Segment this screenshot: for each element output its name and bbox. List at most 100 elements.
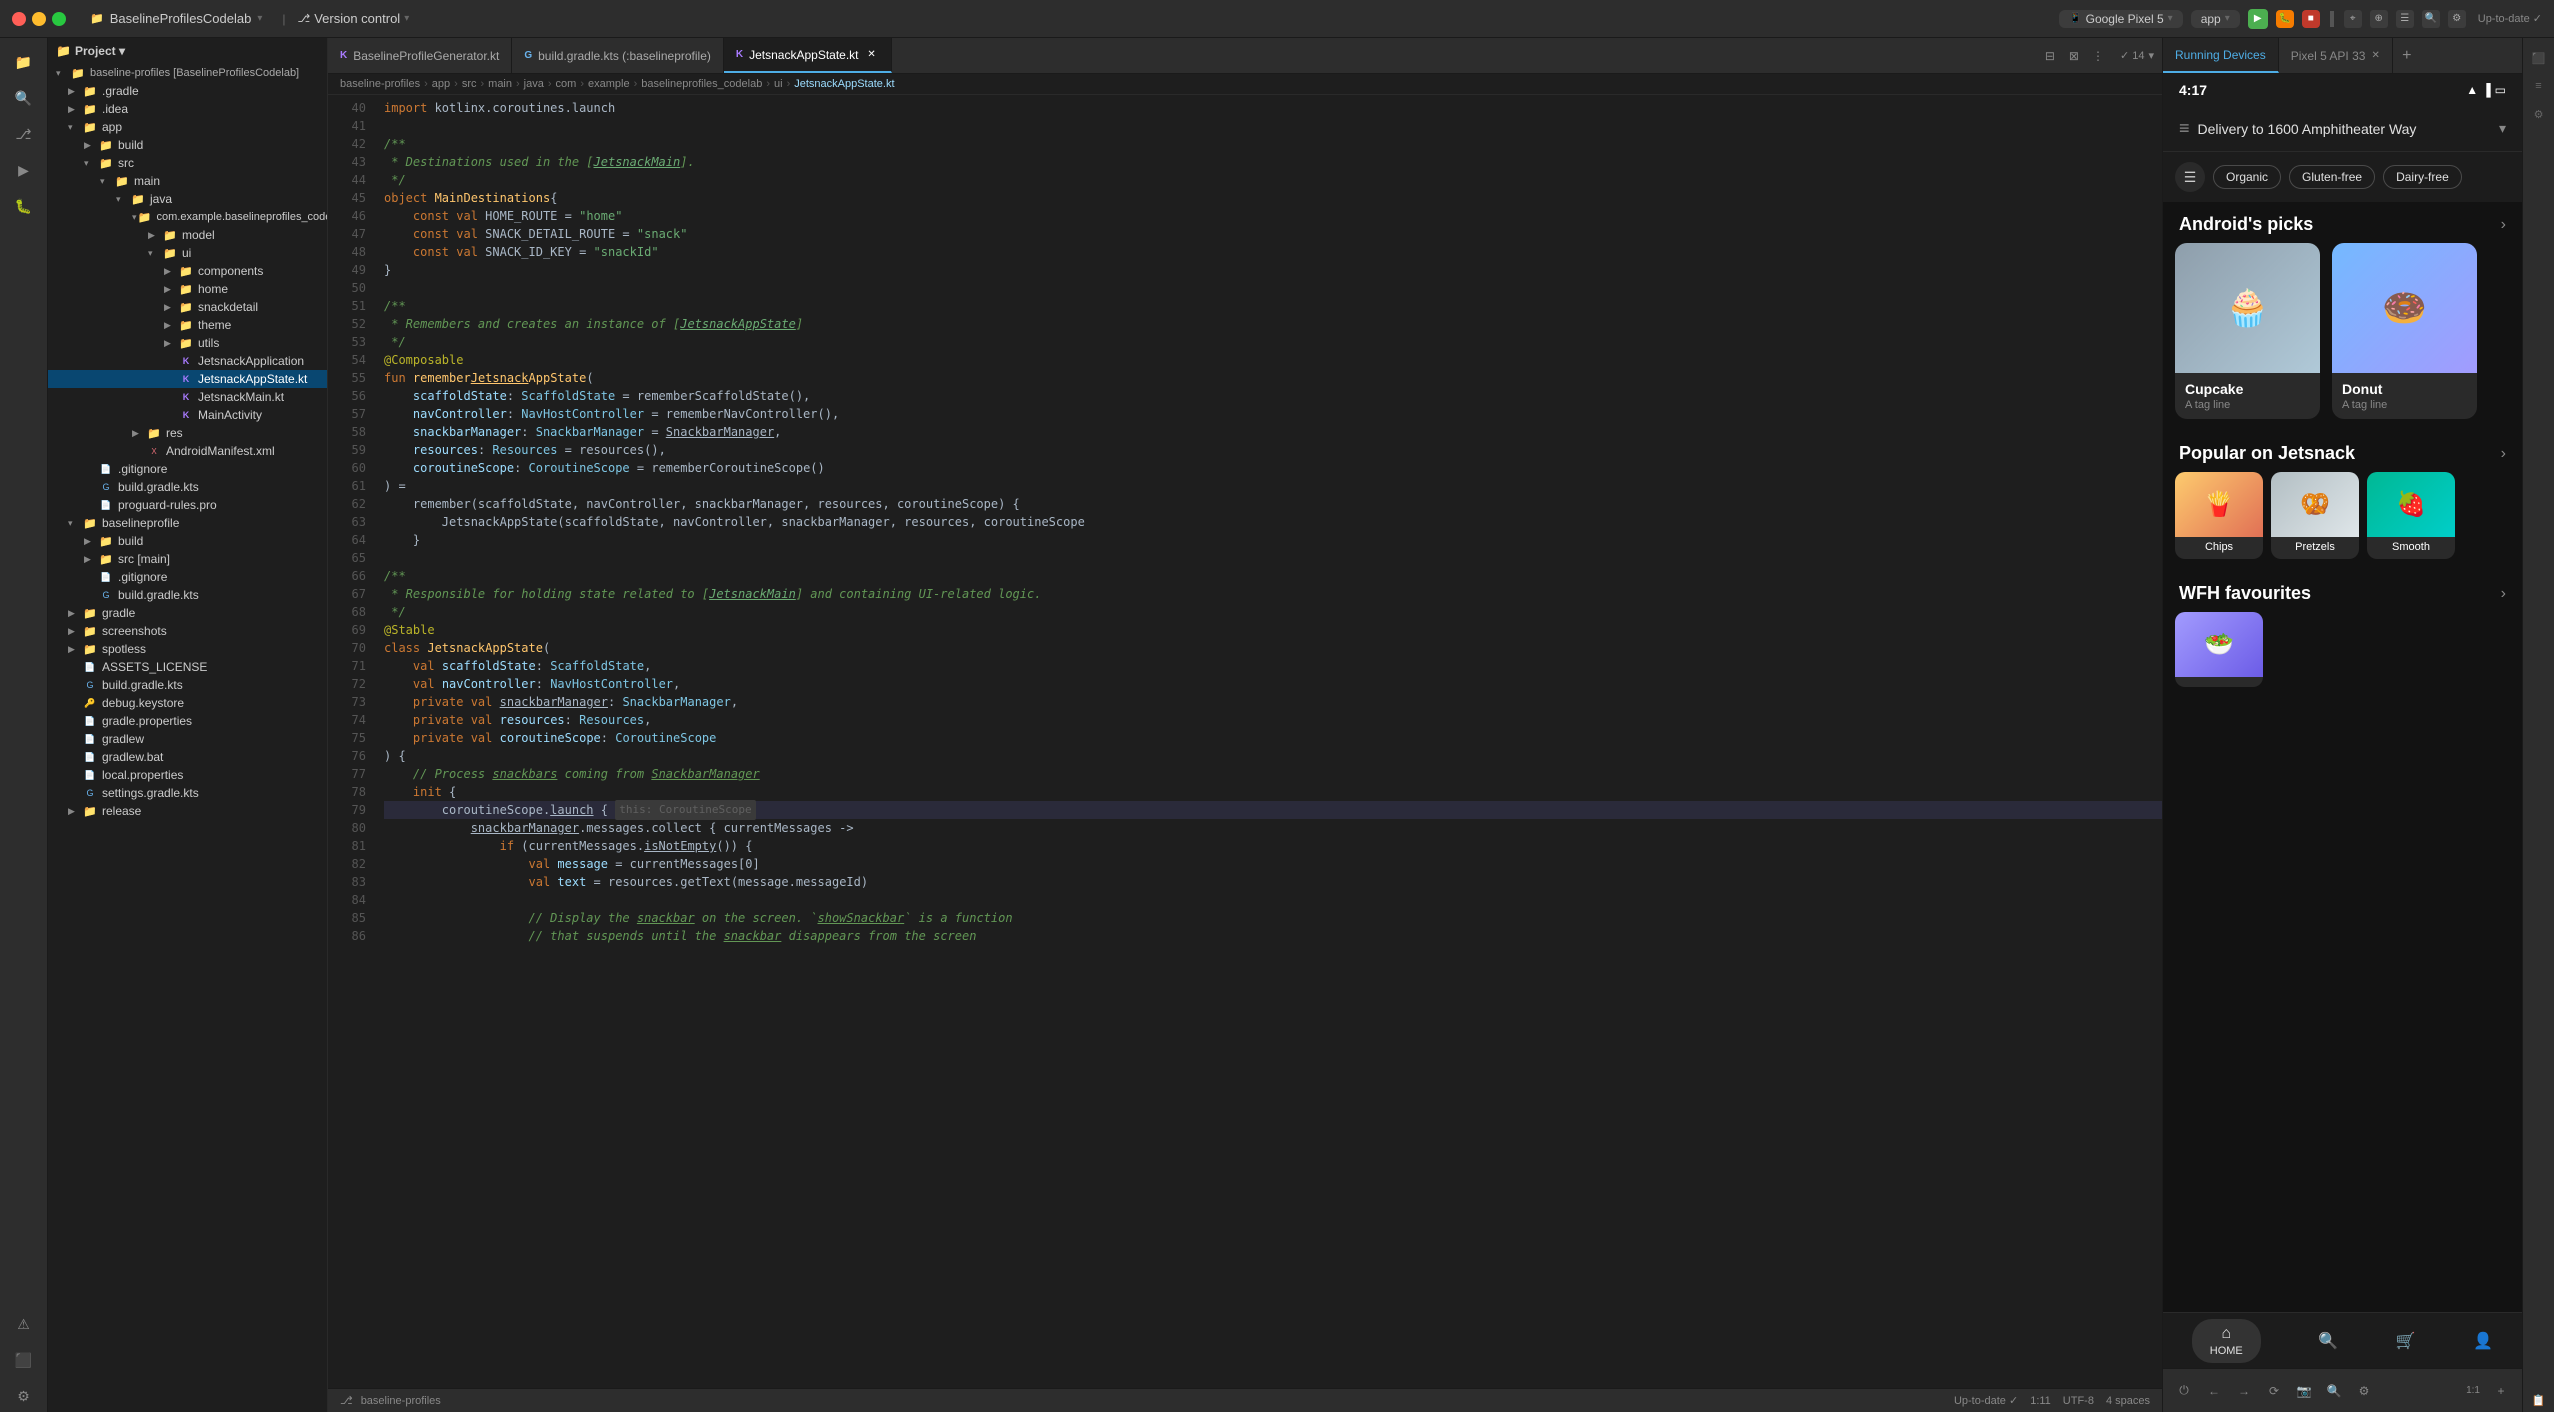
chip-organic[interactable]: Organic	[2213, 165, 2281, 189]
version-control-selector[interactable]: ⎇ Version control ▾	[298, 11, 410, 26]
dt-add[interactable]: +	[2488, 1378, 2514, 1404]
ri-icon-2[interactable]: ≡	[2527, 74, 2551, 98]
tree-gradle-props[interactable]: ▶📄 gradle.properties	[48, 712, 327, 730]
ri-icon-4[interactable]: 📋	[2527, 1388, 2551, 1412]
tree-main-activity[interactable]: ▶K MainActivity	[48, 406, 327, 424]
nav-cart[interactable]: 🛒	[2396, 1331, 2416, 1351]
stop-button[interactable]: ■	[2302, 10, 2320, 28]
tree-gradle[interactable]: ▶📁 .gradle	[48, 82, 327, 100]
minimize-button[interactable]	[32, 12, 46, 26]
tree-local-props[interactable]: ▶📄 local.properties	[48, 766, 327, 784]
tree-theme[interactable]: ▶📁 theme	[48, 316, 327, 334]
nav-home[interactable]: ⌂ HOME	[2192, 1319, 2261, 1363]
tab-close-icon[interactable]: ✕	[865, 48, 879, 62]
left-icon-search[interactable]: 🔍	[8, 82, 40, 114]
code-text[interactable]: import kotlinx.coroutines.launch /** * D…	[376, 95, 2162, 1388]
tab-more[interactable]: ⋮	[2088, 46, 2108, 66]
tree-settings-gradle[interactable]: ▶G settings.gradle.kts	[48, 784, 327, 802]
card-cupcake[interactable]: 🧁 Cupcake A tag line	[2175, 243, 2320, 419]
app-selector[interactable]: app ▾	[2191, 10, 2240, 28]
panel-tab-pixel-close[interactable]: ✕	[2371, 50, 2379, 61]
toolbar-icon-2[interactable]: ⊕	[2370, 10, 2388, 28]
project-selector[interactable]: 📁 BaselineProfilesCodelab ▾	[82, 9, 270, 28]
tree-main[interactable]: ▾📁 main	[48, 172, 327, 190]
tree-gradlew[interactable]: ▶📄 gradlew	[48, 730, 327, 748]
tree-root-gradle[interactable]: ▶G build.gradle.kts	[48, 676, 327, 694]
tree-components[interactable]: ▶📁 components	[48, 262, 327, 280]
tree-app-src[interactable]: ▾📁 src	[48, 154, 327, 172]
card-chips[interactable]: 🍟 Chips	[2175, 472, 2263, 559]
tree-baselineprofile[interactable]: ▾📁 baselineprofile	[48, 514, 327, 532]
left-icon-debug[interactable]: 🐛	[8, 190, 40, 222]
tab-build-gradle[interactable]: G build.gradle.kts (:baselineprofile)	[512, 38, 724, 73]
app-screen[interactable]: ≡ Delivery to 1600 Amphitheater Way ▾ ☰ …	[2163, 106, 2522, 1312]
encoding[interactable]: UTF-8	[2063, 1395, 2094, 1407]
androids-picks-arrow[interactable]: ›	[2501, 216, 2506, 234]
dt-power[interactable]: ⏻	[2171, 1378, 2197, 1404]
filter-icon[interactable]: ☰	[2175, 162, 2205, 192]
tree-build-gradle[interactable]: ▶G build.gradle.kts	[48, 478, 327, 496]
tree-screenshots[interactable]: ▶📁 screenshots	[48, 622, 327, 640]
tree-utils[interactable]: ▶📁 utils	[48, 334, 327, 352]
git-branch-name[interactable]: baseline-profiles	[361, 1395, 441, 1407]
tab-jetsnack-state[interactable]: K JetsnackAppState.kt ✕	[724, 38, 892, 73]
debug-button[interactable]: 🐛	[2276, 10, 2294, 28]
tree-app-build[interactable]: ▶📁 build	[48, 136, 327, 154]
dt-back[interactable]: ←	[2201, 1378, 2227, 1404]
tree-home[interactable]: ▶📁 home	[48, 280, 327, 298]
popular-arrow[interactable]: ›	[2501, 445, 2506, 463]
card-donut[interactable]: 🍩 Donut A tag line	[2332, 243, 2477, 419]
dt-settings[interactable]: ⚙	[2351, 1378, 2377, 1404]
toolbar-icon-5[interactable]: ⚙	[2448, 10, 2466, 28]
filetree-header[interactable]: 📁 Project ▾	[48, 38, 327, 64]
tree-bp-gradle[interactable]: ▶G build.gradle.kts	[48, 586, 327, 604]
nav-search[interactable]: 🔍	[2318, 1331, 2338, 1351]
maximize-button[interactable]	[52, 12, 66, 26]
tree-com-package[interactable]: ▾📁 com.example.baselineprofiles_codel	[48, 208, 327, 226]
left-icon-git[interactable]: ⎇	[8, 118, 40, 150]
code-editor[interactable]: 40 41 42 43 44 45 46 47 48 49 50 51 52 5…	[328, 95, 2162, 1388]
run-button[interactable]: ▶	[2248, 9, 2268, 29]
nav-profile[interactable]: 👤	[2473, 1331, 2493, 1351]
card-pretzels[interactable]: 🥨 Pretzels	[2271, 472, 2359, 559]
chip-gluten-free[interactable]: Gluten-free	[2289, 165, 2375, 189]
tab-split-vertical[interactable]: ⊠	[2064, 46, 2084, 66]
close-button[interactable]	[12, 12, 26, 26]
tree-bp-src[interactable]: ▶📁 src [main]	[48, 550, 327, 568]
left-icon-settings[interactable]: ⚙	[8, 1380, 40, 1412]
tree-snackdetail[interactable]: ▶📁 snackdetail	[48, 298, 327, 316]
toolbar-icon-1[interactable]: ⌖	[2344, 10, 2362, 28]
tree-gradlew-bat[interactable]: ▶📄 gradlew.bat	[48, 748, 327, 766]
dt-zoom[interactable]: 🔍	[2321, 1378, 2347, 1404]
tree-manifest[interactable]: ▶X AndroidManifest.xml	[48, 442, 327, 460]
chip-dairy-free[interactable]: Dairy-free	[2383, 165, 2462, 189]
tree-assets[interactable]: ▶📄 ASSETS_LICENSE	[48, 658, 327, 676]
tree-model[interactable]: ▶📁 model	[48, 226, 327, 244]
card-smooth[interactable]: 🍓 Smooth	[2367, 472, 2455, 559]
tree-bp-gitignore[interactable]: ▶📄 .gitignore	[48, 568, 327, 586]
tab-split-horizontal[interactable]: ⊟	[2040, 46, 2060, 66]
panel-tab-pixel[interactable]: Pixel 5 API 33 ✕	[2279, 38, 2393, 73]
tree-ui[interactable]: ▾📁 ui	[48, 244, 327, 262]
dt-forward[interactable]: →	[2231, 1378, 2257, 1404]
tree-spotless[interactable]: ▶📁 spotless	[48, 640, 327, 658]
tree-idea[interactable]: ▶📁 .idea	[48, 100, 327, 118]
tree-gradle-folder[interactable]: ▶📁 gradle	[48, 604, 327, 622]
left-icon-explorer[interactable]: 📁	[8, 46, 40, 78]
line-col[interactable]: 1:11	[2030, 1395, 2051, 1407]
left-icon-problems[interactable]: ⚠	[8, 1308, 40, 1340]
tree-jetsnack-app[interactable]: ▶K JetsnackApplication	[48, 352, 327, 370]
dt-screenshot[interactable]: 📷	[2291, 1378, 2317, 1404]
toolbar-icon-3[interactable]: ☰	[2396, 10, 2414, 28]
tree-jetsnack-state[interactable]: ▶K JetsnackAppState.kt	[48, 370, 327, 388]
tree-app[interactable]: ▾📁 app	[48, 118, 327, 136]
ri-icon-3[interactable]: ⚙	[2527, 102, 2551, 126]
left-icon-terminal[interactable]: ⬛	[8, 1344, 40, 1376]
left-icon-run[interactable]: ▶	[8, 154, 40, 186]
dt-rotate[interactable]: ⟳	[2261, 1378, 2287, 1404]
ri-icon-1[interactable]: ⬛	[2527, 46, 2551, 70]
tab-baseline-generator[interactable]: K BaselineProfileGenerator.kt	[328, 38, 512, 73]
add-device-button[interactable]: +	[2393, 38, 2421, 73]
toolbar-icon-4[interactable]: 🔍	[2422, 10, 2440, 28]
wfh-arrow[interactable]: ›	[2501, 585, 2506, 603]
